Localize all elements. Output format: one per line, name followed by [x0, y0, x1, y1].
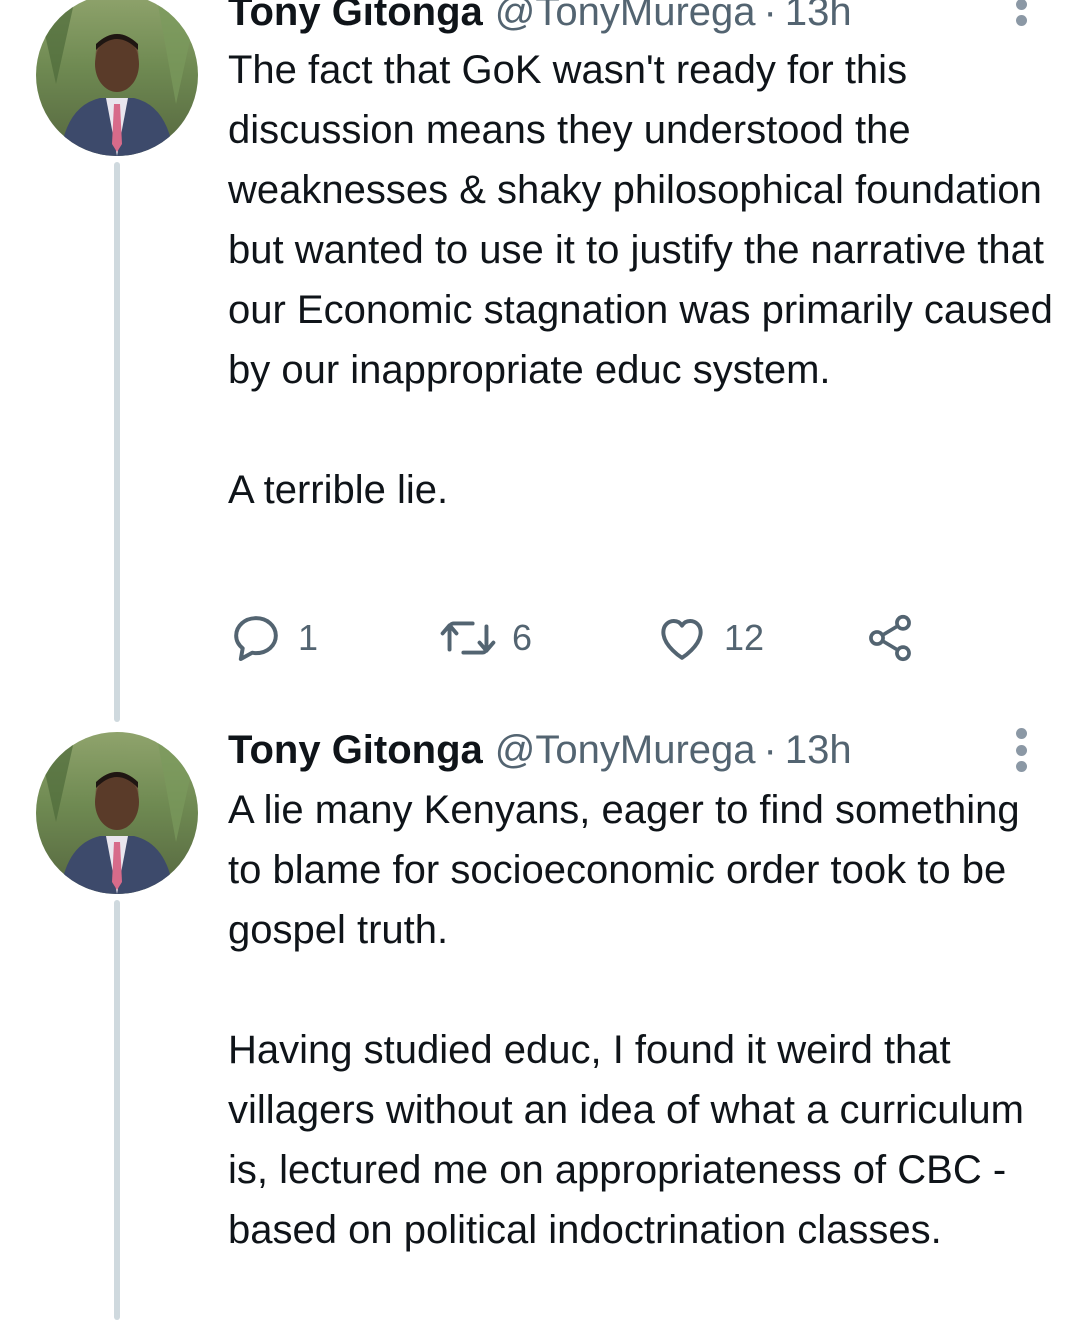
author-name[interactable]: Tony Gitonga: [228, 0, 483, 32]
tweet-paragraph: A terrible lie.: [228, 468, 449, 512]
tweet-2[interactable]: Tony Gitonga @TonyMurega · 13h A lie man…: [0, 720, 1080, 1320]
tweet-actions: 1 6 12: [228, 608, 948, 668]
more-options-icon[interactable]: [1010, 0, 1032, 26]
avatar[interactable]: [36, 732, 198, 894]
share-button[interactable]: [864, 608, 916, 668]
tweet-header: Tony Gitonga @TonyMurega · 13h: [228, 0, 852, 42]
tweet-paragraph: A lie many Kenyans, eager to find someth…: [228, 788, 1020, 952]
reply-count: 1: [298, 617, 319, 658]
share-icon: [869, 614, 911, 662]
reply-icon: [234, 616, 278, 661]
reply-button[interactable]: 1: [228, 608, 318, 668]
author-handle[interactable]: @TonyMurega: [495, 0, 756, 32]
thread-connector: [114, 900, 120, 1320]
tweet-text: The fact that GoK wasn't ready for this …: [228, 40, 1058, 520]
tweet-timestamp[interactable]: 13h: [785, 0, 852, 32]
tweet-header: Tony Gitonga @TonyMurega · 13h: [228, 720, 852, 780]
retweet-count: 6: [512, 617, 533, 658]
tweet-paragraph: Having studied educ, I found it weird th…: [228, 1028, 1024, 1252]
retweet-button[interactable]: 6: [438, 608, 532, 668]
retweet-icon: [440, 621, 496, 655]
avatar[interactable]: [36, 0, 198, 156]
author-handle[interactable]: @TonyMurega: [495, 730, 756, 770]
heart-icon: [661, 618, 703, 660]
more-options-icon[interactable]: [1010, 728, 1032, 772]
tweet-text: A lie many Kenyans, eager to find someth…: [228, 780, 1058, 1260]
like-count: 12: [724, 617, 765, 658]
tweet-paragraph: The fact that GoK wasn't ready for this …: [228, 48, 1053, 392]
author-name[interactable]: Tony Gitonga: [228, 730, 483, 770]
tweet-1[interactable]: Tony Gitonga @TonyMurega · 13h The fact …: [0, 0, 1080, 722]
like-button[interactable]: 12: [654, 608, 764, 668]
header-separator: ·: [763, 0, 777, 34]
thread-connector: [114, 162, 120, 722]
tweet-timestamp[interactable]: 13h: [785, 730, 852, 770]
header-separator: ·: [763, 728, 777, 772]
